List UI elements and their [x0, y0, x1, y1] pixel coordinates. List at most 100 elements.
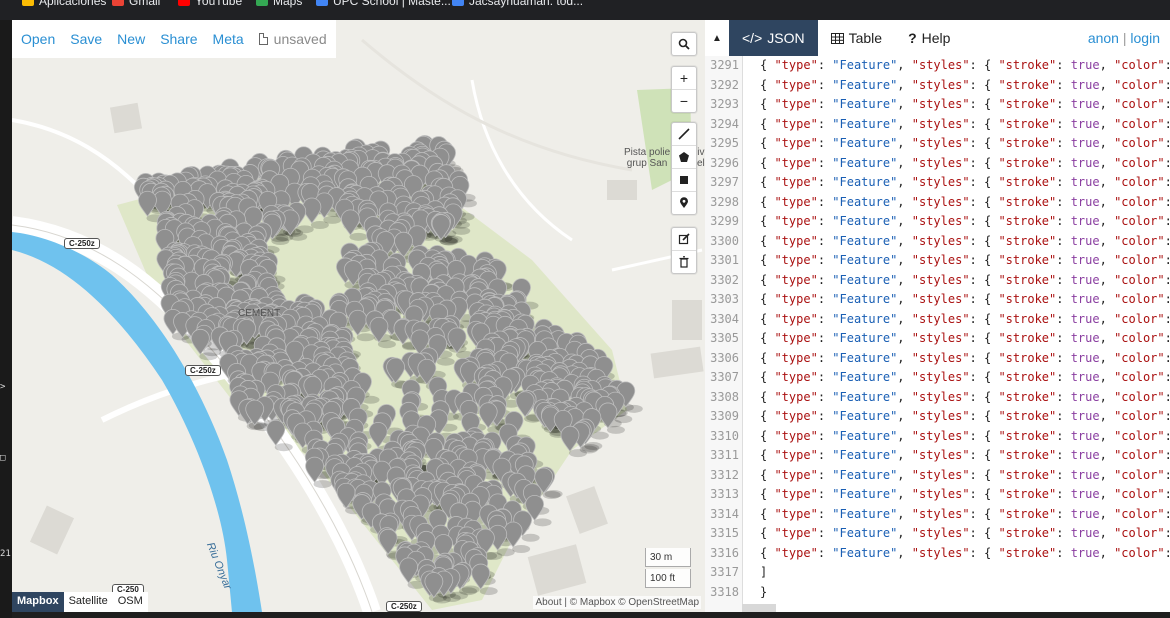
bookmark-item[interactable]: Aplicaciones — [22, 0, 106, 8]
zoom-in-button[interactable]: + — [672, 67, 696, 90]
code-line[interactable]: 3311 { "type": "Feature", "styles": { "st… — [705, 446, 1170, 466]
code-line[interactable]: 3316 { "type": "Feature", "styles": { "st… — [705, 544, 1170, 564]
line-code: { "type": "Feature", "styles": { "stroke… — [760, 155, 1170, 170]
zoom-out-button[interactable]: − — [672, 90, 696, 112]
line-code: { "type": "Feature", "styles": { "stroke… — [760, 175, 1170, 189]
collapse-arrow-icon[interactable]: ▲ — [705, 33, 729, 44]
code-line[interactable]: 3315 { "type": "Feature", "styles": { "st… — [705, 524, 1170, 544]
draw-rectangle-button[interactable] — [672, 169, 696, 192]
draw-line-button[interactable] — [672, 123, 696, 146]
line-code: { "type": "Feature", "styles": { "stroke… — [760, 116, 1170, 131]
save-button[interactable]: Save — [70, 31, 102, 47]
edit-layers-button[interactable] — [672, 228, 696, 251]
marker-icon — [680, 197, 688, 208]
marker-shadow — [479, 587, 498, 596]
bookmark-item[interactable]: Gmail — [112, 0, 160, 8]
new-button[interactable]: New — [117, 31, 145, 47]
sports-label: Pista polie grup San — [624, 147, 671, 169]
code-line[interactable]: 3298 { "type": "Feature", "styles": { "st… — [705, 193, 1170, 213]
code-line[interactable]: 3307 { "type": "Feature", "styles": { "st… — [705, 368, 1170, 388]
marker-shadow — [310, 220, 329, 229]
marker-shadow — [436, 357, 455, 366]
code-line[interactable]: 3309 { "type": "Feature", "styles": { "st… — [705, 407, 1170, 427]
share-button[interactable]: Share — [160, 31, 197, 47]
line-code: { "type": "Feature", "styles": { "stroke… — [760, 409, 1170, 423]
line-code: { "type": "Feature", "styles": { "stroke… — [760, 331, 1170, 345]
expand-arrow-icon[interactable]: > — [0, 382, 5, 392]
editor-scrollbar[interactable] — [742, 604, 776, 612]
save-status: unsaved — [258, 31, 327, 47]
anon-link[interactable]: anon — [1088, 30, 1119, 46]
code-line[interactable]: 3305 { "type": "Feature", "styles": { "st… — [705, 329, 1170, 349]
marker-shadow — [271, 237, 290, 246]
bookmark-item[interactable]: YouTube — [178, 0, 242, 8]
json-editor[interactable]: 3291 { "type": "Feature", "styles": { "st… — [705, 56, 1170, 612]
road-tag: C-250z — [185, 365, 221, 376]
map-view[interactable]: C-250z C-250z C-250z C-250 CEMENT Pista … — [12, 20, 705, 612]
code-line[interactable]: 3317] — [705, 563, 1170, 583]
code-line[interactable]: 3303 { "type": "Feature", "styles": { "st… — [705, 290, 1170, 310]
code-line[interactable]: 3318} — [705, 583, 1170, 603]
code-line[interactable]: 3294 { "type": "Feature", "styles": { "st… — [705, 115, 1170, 135]
code-line[interactable]: 3295 { "type": "Feature", "styles": { "st… — [705, 134, 1170, 154]
marker-shadow — [512, 544, 531, 553]
left-edge-strip: > □ 21 — [0, 20, 12, 618]
code-line[interactable]: 3293 { "type": "Feature", "styles": { "st… — [705, 95, 1170, 115]
login-link[interactable]: login — [1130, 30, 1160, 46]
tab-json[interactable]: </> JSON — [729, 20, 818, 56]
line-number: 3314 — [710, 506, 739, 521]
layer-mapbox[interactable]: Mapbox — [12, 592, 64, 612]
code-line[interactable]: 3292 { "type": "Feature", "styles": { "st… — [705, 76, 1170, 96]
line-code: { "type": "Feature", "styles": { "stroke… — [760, 272, 1170, 287]
marker-shadow — [568, 449, 587, 458]
code-line[interactable]: 3310 { "type": "Feature", "styles": { "st… — [705, 427, 1170, 447]
code-line[interactable]: 3300 { "type": "Feature", "styles": { "st… — [705, 232, 1170, 252]
code-line[interactable]: 3297 { "type": "Feature", "styles": { "st… — [705, 173, 1170, 193]
line-number: 3310 — [710, 428, 739, 443]
line-number: 3317 — [710, 565, 739, 579]
layer-osm[interactable]: OSM — [112, 592, 148, 612]
draw-polygon-button[interactable] — [672, 146, 696, 169]
search-button[interactable] — [672, 33, 696, 55]
line-code: { "type": "Feature", "styles": { "stroke… — [760, 214, 1170, 228]
document-icon — [258, 33, 268, 45]
gmail-icon — [112, 0, 124, 6]
line-code: { "type": "Feature", "styles": { "stroke… — [760, 487, 1170, 501]
line-number: 3295 — [710, 136, 739, 150]
code-line[interactable]: 3301 { "type": "Feature", "styles": { "st… — [705, 251, 1170, 271]
marker-shadow — [274, 443, 293, 452]
help-icon: ? — [908, 30, 917, 46]
code-line[interactable]: 3308 { "type": "Feature", "styles": { "st… — [705, 388, 1170, 408]
scale-bar-imperial: 100 ft — [645, 569, 691, 588]
line-code: ] — [760, 565, 768, 579]
draw-marker-button[interactable] — [672, 192, 696, 214]
delete-layers-button[interactable] — [672, 251, 696, 273]
layer-satellite[interactable]: Satellite — [63, 592, 113, 612]
tab-help[interactable]: ? Help — [895, 20, 963, 56]
square-icon — [680, 176, 688, 184]
code-line[interactable]: 3312 { "type": "Feature", "styles": { "st… — [705, 466, 1170, 486]
code-line[interactable]: 3296 { "type": "Feature", "styles": { "st… — [705, 154, 1170, 174]
tab-table[interactable]: Table — [818, 20, 895, 56]
line-code: { "type": "Feature", "styles": { "stroke… — [760, 526, 1170, 540]
code-line[interactable]: 3299 { "type": "Feature", "styles": { "st… — [705, 212, 1170, 232]
open-button[interactable]: Open — [21, 31, 55, 47]
layer-switcher: Mapbox Satellite OSM — [12, 592, 148, 612]
line-code: { "type": "Feature", "styles": { "stroke… — [760, 233, 1170, 248]
line-number: 3301 — [710, 253, 739, 267]
line-number: 3293 — [710, 97, 739, 111]
line-number: 3306 — [710, 350, 739, 365]
bookmark-item[interactable]: UPC School | Maste... — [316, 0, 451, 8]
bookmark-item[interactable]: Jacsayhuaman: tod... — [452, 0, 583, 8]
code-line[interactable]: 3313 { "type": "Feature", "styles": { "st… — [705, 485, 1170, 505]
code-line[interactable]: 3304 { "type": "Feature", "styles": { "st… — [705, 310, 1170, 330]
line-number: 3304 — [710, 311, 739, 326]
line-number: 3305 — [710, 331, 739, 345]
code-line[interactable]: 3306 { "type": "Feature", "styles": { "st… — [705, 349, 1170, 369]
code-line[interactable]: 3314 { "type": "Feature", "styles": { "st… — [705, 505, 1170, 525]
code-line[interactable]: 3302 { "type": "Feature", "styles": { "st… — [705, 271, 1170, 291]
code-line[interactable]: 3291 { "type": "Feature", "styles": { "st… — [705, 56, 1170, 76]
bookmark-item[interactable]: Maps — [256, 0, 302, 8]
map-attribution[interactable]: About | © Mapbox © OpenStreetMap — [533, 596, 701, 609]
meta-button[interactable]: Meta — [213, 31, 244, 47]
